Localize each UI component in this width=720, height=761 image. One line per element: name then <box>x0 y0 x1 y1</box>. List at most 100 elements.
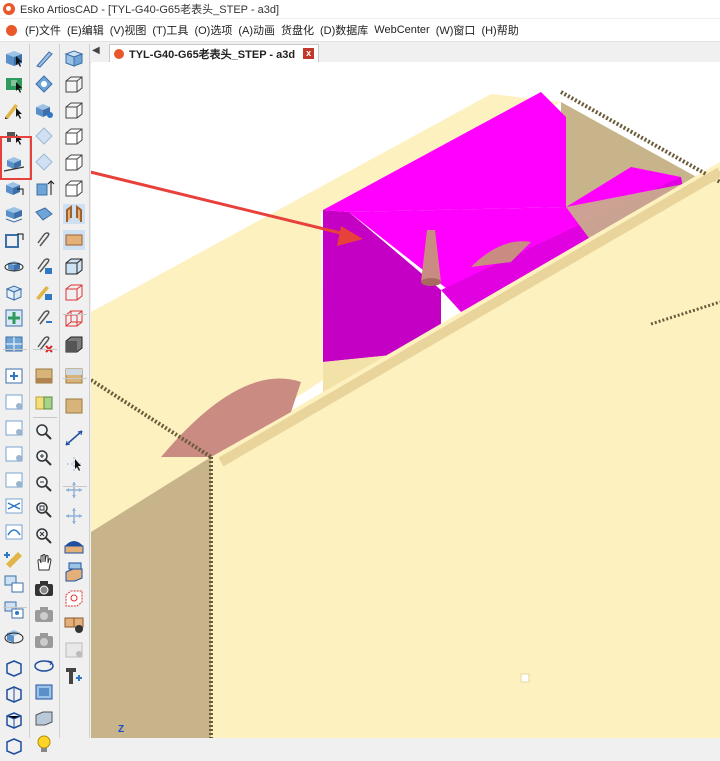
view-cube-3-icon[interactable] <box>63 100 85 120</box>
scale-box-icon[interactable] <box>3 230 25 250</box>
diamond-faded-icon[interactable] <box>33 126 55 146</box>
box-model <box>91 90 720 738</box>
document-icon <box>114 48 124 59</box>
document-tab-bar: ◀ TYL-G40-G65老表头_STEP - a3d x <box>90 42 720 63</box>
lift-box-icon[interactable] <box>63 562 85 582</box>
select-cube-icon[interactable] <box>3 48 25 68</box>
curve-panel-icon[interactable] <box>3 522 25 542</box>
frame-dim-icon[interactable] <box>3 736 25 756</box>
zoom-icon[interactable] <box>33 422 55 442</box>
separator <box>63 314 87 315</box>
menu-help[interactable]: (H)帮助 <box>481 22 524 38</box>
separator <box>3 349 27 350</box>
menu-tools[interactable]: (T)工具 <box>152 22 194 38</box>
link-window-icon[interactable] <box>3 600 25 620</box>
box-3d-icon[interactable] <box>33 708 55 728</box>
fold-panel-icon[interactable] <box>33 204 55 224</box>
menu-animation[interactable]: (A)动画 <box>238 22 281 38</box>
menu-file[interactable]: (F)文件 <box>25 22 67 38</box>
flat-board-icon[interactable] <box>63 230 85 250</box>
menu-view[interactable]: (V)视图 <box>110 22 153 38</box>
view-iso-icon[interactable] <box>63 48 85 68</box>
height-adjust-icon[interactable] <box>33 178 55 198</box>
close-tab-button[interactable]: x <box>303 48 315 59</box>
menu-palletization[interactable]: 货盘化 <box>281 22 320 38</box>
view-cube-6-icon[interactable] <box>63 178 85 198</box>
red-wire-cube-icon[interactable] <box>63 282 85 302</box>
shaded-block-icon[interactable] <box>63 334 85 354</box>
diamond-select-icon[interactable] <box>33 74 55 94</box>
menu-webcenter[interactable]: WebCenter <box>374 24 435 36</box>
menu-database[interactable]: (D)数据库 <box>320 22 374 38</box>
texture-panel-2-icon[interactable] <box>63 396 85 416</box>
box-view-icon[interactable] <box>33 682 55 702</box>
paperclip-add-icon[interactable] <box>33 256 55 276</box>
clip-delete-icon[interactable] <box>33 334 55 354</box>
pencil-cube-icon[interactable] <box>33 282 55 302</box>
cube-split-icon[interactable] <box>33 100 55 120</box>
gold-tray-icon[interactable] <box>63 536 85 556</box>
tan-block-icon[interactable] <box>33 366 55 386</box>
rotate-cube-icon[interactable] <box>3 256 25 276</box>
pallet-box-icon[interactable] <box>63 614 85 634</box>
zoom-out-icon[interactable] <box>33 474 55 494</box>
insert-top-face <box>323 92 566 212</box>
move-faded-icon[interactable] <box>63 480 85 500</box>
frame-iso-icon[interactable] <box>3 710 25 730</box>
wire-cube-icon[interactable] <box>3 282 25 302</box>
red-dim-cube-icon[interactable] <box>63 588 85 608</box>
tab-scroll-left-icon[interactable]: ◀ <box>92 45 100 57</box>
cube-sync-icon[interactable] <box>3 626 25 646</box>
zoom-fit-icon[interactable] <box>33 526 55 546</box>
add-panel-icon[interactable] <box>3 366 25 386</box>
frame-side-icon[interactable] <box>3 684 25 704</box>
copy-window-icon[interactable] <box>3 574 25 594</box>
esko-logo-icon <box>3 3 15 15</box>
open-box-icon[interactable] <box>63 204 85 224</box>
clip-blue-icon[interactable] <box>33 308 55 328</box>
pan-hand-icon[interactable] <box>33 552 55 572</box>
grid-panel-icon[interactable] <box>3 334 25 354</box>
camera-icon[interactable] <box>33 578 55 598</box>
pencil-select-icon[interactable] <box>3 100 25 120</box>
panel-link-icon[interactable] <box>3 392 25 412</box>
pin-add-icon[interactable] <box>63 666 85 686</box>
solid-cube-icon[interactable] <box>63 256 85 276</box>
document-menu-icon[interactable] <box>6 24 17 36</box>
measure-line-icon[interactable] <box>63 428 85 448</box>
view-cube-2-icon[interactable] <box>63 74 85 94</box>
panel-rotate-icon[interactable] <box>3 418 25 438</box>
menu-window[interactable]: (W)窗口 <box>436 22 482 38</box>
zoom-in-icon[interactable] <box>33 448 55 468</box>
paperclip-icon[interactable] <box>33 230 55 250</box>
texture-panel-icon[interactable] <box>63 366 85 386</box>
view-cube-4-icon[interactable] <box>63 126 85 146</box>
shuffle-panel-icon[interactable] <box>3 496 25 516</box>
knife-tool-icon[interactable] <box>33 48 55 68</box>
stack-cube-icon[interactable] <box>3 204 25 224</box>
orbit-icon[interactable] <box>33 656 55 676</box>
panel-remove-icon[interactable] <box>3 444 25 464</box>
camera-faded-2-icon[interactable] <box>33 630 55 650</box>
red-wire-cube-2-icon[interactable] <box>63 308 85 328</box>
diamond-faded-2-icon[interactable] <box>33 152 55 172</box>
select-arrow-icon[interactable] <box>63 454 85 474</box>
document-tab[interactable]: TYL-G40-G65老表头_STEP - a3d x <box>109 44 320 62</box>
lightbulb-icon[interactable] <box>33 734 55 754</box>
zoom-window-icon[interactable] <box>33 500 55 520</box>
camera-faded-icon[interactable] <box>33 604 55 624</box>
puzzle-icon[interactable] <box>33 392 55 412</box>
panel-lock-icon[interactable] <box>3 470 25 490</box>
menu-edit[interactable]: (E)编辑 <box>67 22 110 38</box>
move-cube-icon[interactable] <box>3 178 25 198</box>
move-faded-2-icon[interactable] <box>63 506 85 526</box>
dotted-panel-icon[interactable] <box>63 640 85 660</box>
green-cross-icon[interactable] <box>3 308 25 328</box>
green-fold-icon[interactable] <box>3 74 25 94</box>
separator <box>63 486 87 487</box>
frame-front-icon[interactable] <box>3 658 25 678</box>
3d-viewport[interactable] <box>91 62 720 738</box>
view-cube-5-icon[interactable] <box>63 152 85 172</box>
menu-options[interactable]: (O)选项 <box>194 22 238 38</box>
ruler-plus-icon[interactable] <box>3 548 25 568</box>
